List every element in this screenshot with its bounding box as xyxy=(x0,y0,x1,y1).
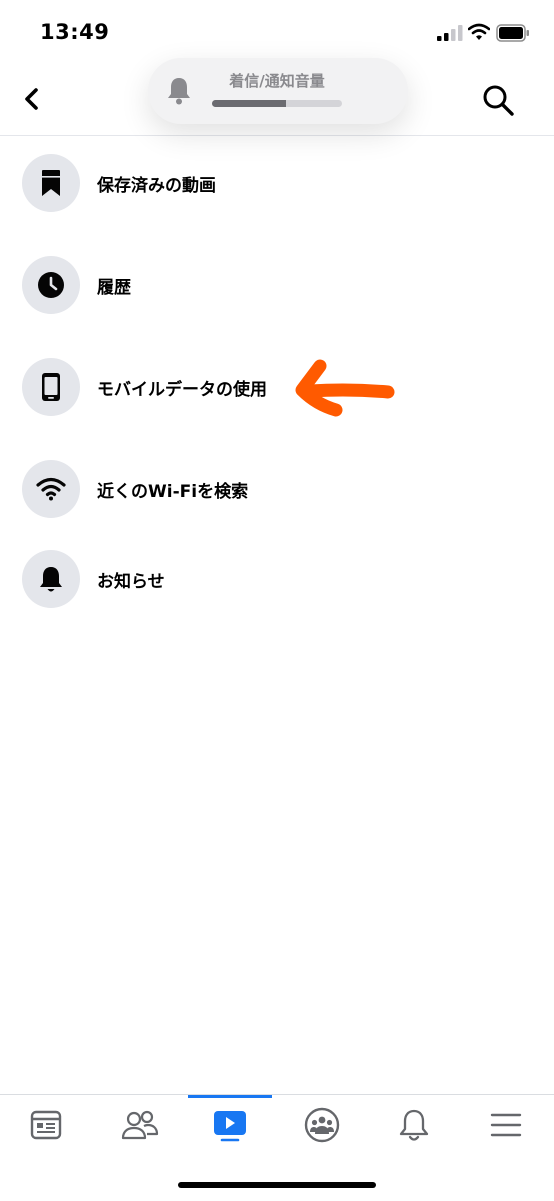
menu-hamburger-icon xyxy=(490,1113,522,1137)
tab-watch[interactable] xyxy=(184,1095,276,1165)
friends-icon xyxy=(121,1110,159,1140)
volume-label: 着信/通知音量 xyxy=(229,72,325,90)
battery-icon xyxy=(496,24,529,42)
cellular-signal-icon xyxy=(437,25,463,41)
watch-video-icon xyxy=(214,1111,246,1142)
bookmark-icon xyxy=(42,170,60,196)
menu-item-label: 保存済みの動画 xyxy=(97,176,216,196)
menu-icon-circle xyxy=(22,256,80,314)
orange-arrow-icon xyxy=(295,359,395,417)
clock-icon xyxy=(38,272,64,298)
volume-level-fill xyxy=(212,100,287,107)
menu-item-saved-videos[interactable]: 保存済みの動画 xyxy=(0,142,554,228)
news-feed-icon xyxy=(30,1110,62,1140)
tab-news-feed[interactable] xyxy=(0,1095,92,1165)
volume-hud: 着信/通知音量 xyxy=(148,58,408,124)
home-indicator xyxy=(178,1182,376,1188)
menu-icon-circle xyxy=(22,154,80,212)
notifications-bell-icon xyxy=(399,1109,429,1141)
bell-icon xyxy=(168,78,190,105)
wifi-icon xyxy=(468,23,490,40)
menu-item-label: モバイルデータの使用 xyxy=(97,380,267,400)
chevron-left-icon[interactable] xyxy=(18,84,46,114)
menu-icon-circle xyxy=(22,460,80,518)
groups-icon xyxy=(304,1107,340,1143)
tab-friends[interactable] xyxy=(92,1095,184,1165)
menu-icon-circle xyxy=(22,550,80,608)
menu-icon-circle xyxy=(22,358,80,416)
menu-item-label: 近くのWi-Fiを検索 xyxy=(97,482,249,502)
menu-item-label: 履歴 xyxy=(97,278,131,298)
tab-groups[interactable] xyxy=(276,1095,368,1165)
menu-item-history[interactable]: 履歴 xyxy=(0,244,554,330)
menu-item-find-wifi[interactable]: 近くのWi-Fiを検索 xyxy=(0,448,554,534)
menu-item-label: お知らせ xyxy=(97,572,165,592)
status-time: 13:49 xyxy=(40,20,110,44)
menu-item-mobile-data[interactable]: モバイルデータの使用 xyxy=(0,346,554,432)
status-bar: 13:49 xyxy=(0,0,554,60)
mobile-phone-icon xyxy=(42,373,60,401)
tab-notifications[interactable] xyxy=(368,1095,460,1165)
wifi-icon xyxy=(36,477,66,501)
bell-icon xyxy=(40,567,62,592)
menu-item-notifications[interactable]: お知らせ xyxy=(0,538,554,624)
tab-menu[interactable] xyxy=(460,1095,552,1165)
volume-slider[interactable] xyxy=(212,100,342,107)
search-icon[interactable] xyxy=(480,82,516,118)
